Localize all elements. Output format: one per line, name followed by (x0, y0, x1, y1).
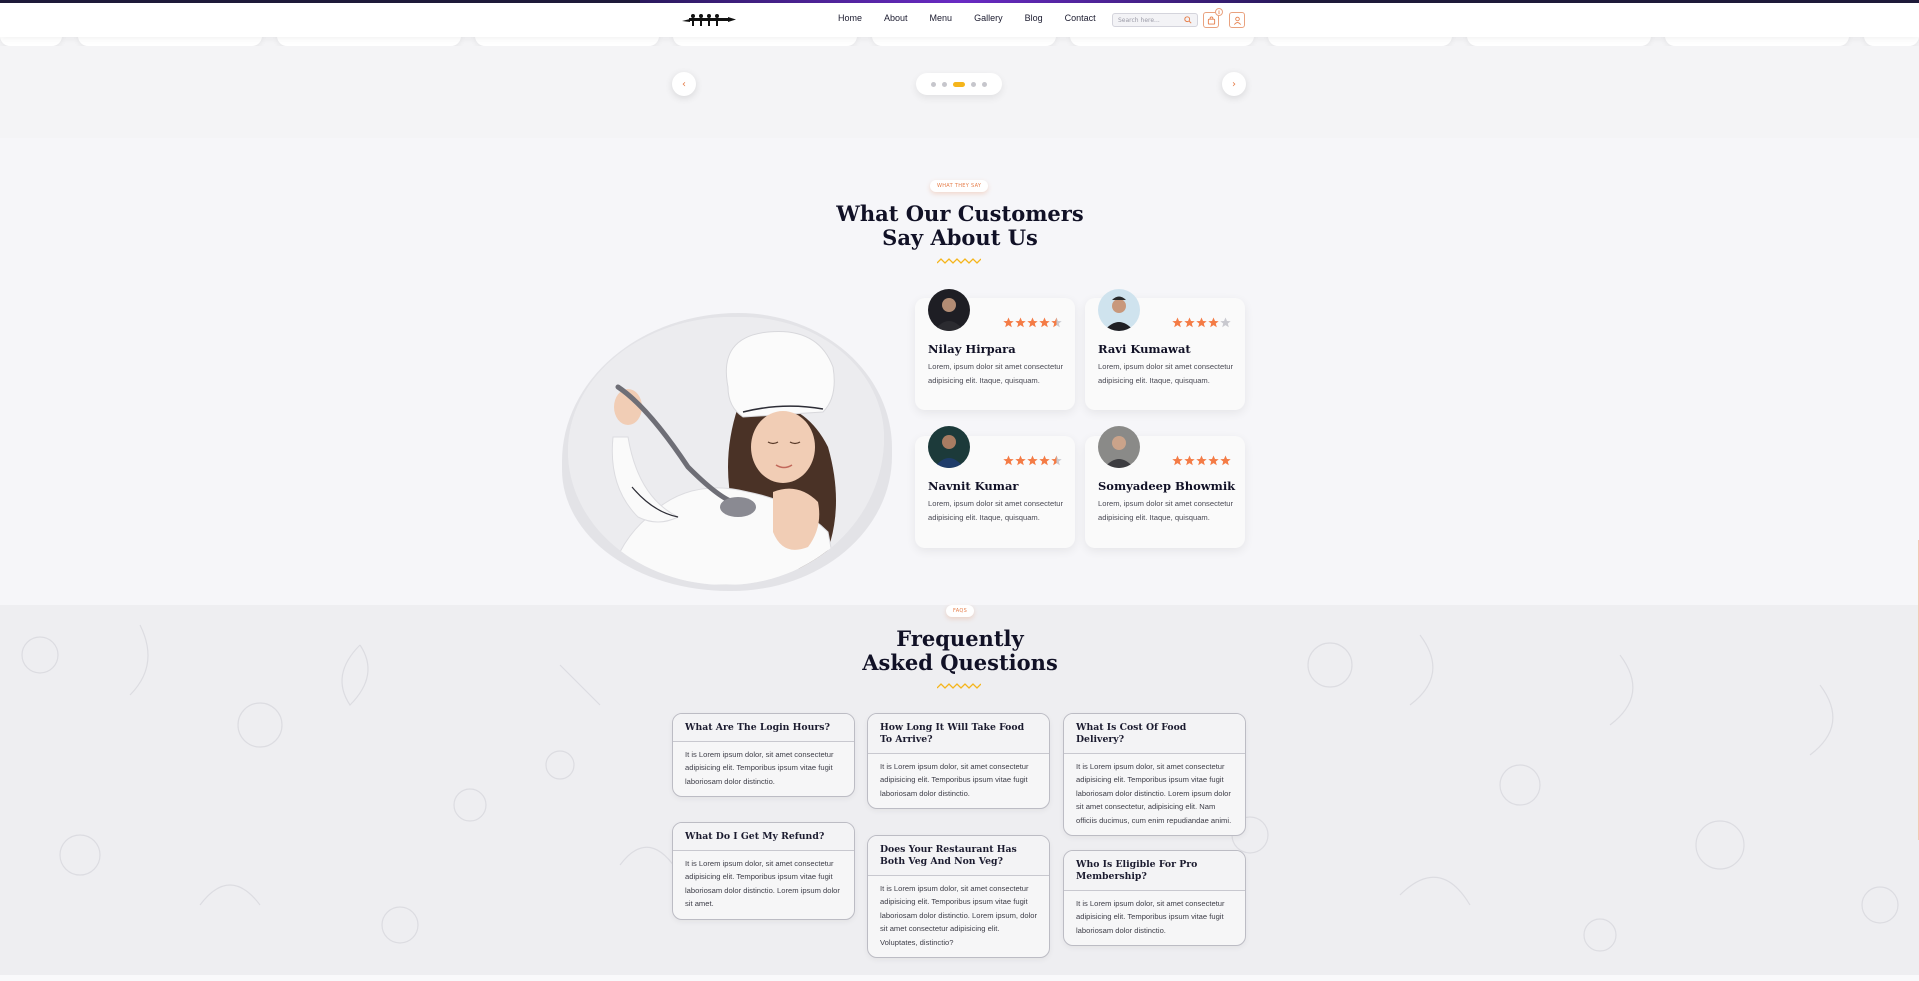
carousel-dot[interactable] (982, 81, 987, 87)
main-nav: Home About Menu Gallery Blog Contact (838, 13, 1118, 23)
nav-link-gallery[interactable]: Gallery (974, 13, 1003, 23)
page-edge-line (1915, 540, 1919, 840)
star-icon (1051, 455, 1062, 466)
avatar (928, 289, 970, 331)
nav-link-blog[interactable]: Blog (1025, 13, 1043, 23)
star-icon (1220, 317, 1231, 328)
person-portrait-icon (934, 298, 964, 331)
star-icon (1003, 455, 1014, 466)
faq-title: Frequently Asked Questions (760, 627, 1160, 675)
review-text: Lorem, ipsum dolor sit amet consectetur … (928, 499, 1064, 522)
footer-edge (0, 975, 1919, 981)
faq-item[interactable]: What Do I Get My Refund? It is Lorem ips… (672, 822, 855, 920)
faq-question[interactable]: What Is Cost Of Food Delivery? (1064, 714, 1245, 754)
search-icon[interactable] (1184, 16, 1192, 24)
faq-answer: It is Lorem ipsum dolor, sit amet consec… (880, 762, 1029, 798)
rating-stars (1172, 317, 1231, 328)
star-icon (1039, 317, 1050, 328)
star-icon (1039, 455, 1050, 466)
nav-link-about[interactable]: About (884, 13, 908, 23)
star-icon (1220, 455, 1231, 466)
zigzag-divider-icon (937, 683, 981, 689)
chevron-right-icon: › (1232, 78, 1236, 90)
rating-stars (1172, 455, 1231, 466)
faq-title-line1: Frequently (896, 626, 1024, 651)
review-text: Lorem, ipsum dolor sit amet consectetur … (1098, 362, 1234, 385)
review-text: Lorem, ipsum dolor sit amet consectetur … (1098, 499, 1234, 522)
avatar (1098, 289, 1140, 331)
faq-answer: It is Lorem ipsum dolor, sit amet consec… (685, 750, 834, 786)
rating-stars (1003, 317, 1062, 328)
nav-link-menu[interactable]: Menu (930, 13, 953, 23)
testimonials-title-line2: Say About Us (882, 225, 1038, 250)
reviewer-name: Ravi Kumawat (1098, 342, 1191, 356)
faq-question[interactable]: Who Is Eligible For Pro Membership? (1064, 851, 1245, 891)
faq-answer: It is Lorem ipsum dolor, sit amet consec… (1076, 762, 1232, 825)
search-input[interactable] (1112, 13, 1198, 27)
faq-item[interactable]: What Is Cost Of Food Delivery? It is Lor… (1063, 713, 1246, 837)
carousel-prev-button[interactable]: ‹ (672, 72, 696, 96)
reviewer-name: Navnit Kumar (928, 479, 1019, 493)
testimonials-title: What Our Customers Say About Us (760, 202, 1160, 250)
site-logo[interactable] (682, 12, 736, 28)
person-portrait-icon (1104, 436, 1134, 468)
star-icon (1015, 455, 1026, 466)
nav-link-home[interactable]: Home (838, 13, 862, 23)
faq-question[interactable]: How Long It Will Take Food To Arrive? (868, 714, 1049, 754)
star-icon (1027, 317, 1038, 328)
chevron-left-icon: ‹ (682, 78, 686, 90)
cart-count-badge: 0 (1215, 8, 1223, 16)
cart-button[interactable]: 0 (1203, 8, 1223, 28)
star-icon (1015, 317, 1026, 328)
star-icon (1172, 317, 1183, 328)
carousel-dot[interactable] (931, 81, 936, 87)
navbar: Home About Menu Gallery Blog Contact 0 (0, 3, 1919, 37)
rating-stars (1003, 455, 1062, 466)
person-portrait-icon (934, 435, 964, 468)
avatar (928, 426, 970, 468)
user-icon (1233, 16, 1241, 25)
search-placeholder (1118, 17, 1184, 24)
carousel-next-button[interactable]: › (1222, 72, 1246, 96)
star-icon (1003, 317, 1014, 328)
chef-girl-image (562, 313, 892, 591)
nav-link-contact[interactable]: Contact (1065, 13, 1096, 23)
zigzag-divider-icon (937, 258, 981, 264)
star-icon (1051, 317, 1062, 328)
carousel-pagination (916, 73, 1002, 95)
star-icon (1184, 455, 1195, 466)
user-button[interactable] (1229, 12, 1245, 28)
review-text: Lorem, ipsum dolor sit amet consectetur … (928, 362, 1064, 385)
testimonials-tag: WHAT THEY SAY (930, 180, 989, 192)
star-icon (1184, 317, 1195, 328)
faq-item[interactable]: How Long It Will Take Food To Arrive? It… (867, 713, 1050, 810)
faq-item[interactable]: Who Is Eligible For Pro Membership? It i… (1063, 850, 1246, 947)
faq-answer: It is Lorem ipsum dolor, sit amet consec… (1076, 899, 1225, 935)
logo-figures-icon (682, 14, 736, 26)
carousel-dot-active[interactable] (953, 81, 965, 87)
shopping-bag-icon (1207, 16, 1215, 25)
star-icon (1196, 317, 1207, 328)
avatar (1098, 426, 1140, 468)
faq-question[interactable]: Does Your Restaurant Has Both Veg And No… (868, 836, 1049, 876)
faq-question[interactable]: What Do I Get My Refund? (673, 823, 854, 851)
star-icon (1172, 455, 1183, 466)
testimonials-title-line1: What Our Customers (836, 201, 1084, 226)
carousel-dot[interactable] (971, 81, 976, 87)
star-icon (1208, 317, 1219, 328)
faq-item[interactable]: What Are The Login Hours? It is Lorem ip… (672, 713, 855, 798)
person-portrait-icon (1104, 296, 1134, 331)
faq-answer: It is Lorem ipsum dolor, sit amet consec… (685, 859, 840, 909)
faq-tag: FAQS (946, 605, 975, 617)
star-icon (1027, 455, 1038, 466)
reviewer-name: Somyadeep Bhowmik (1098, 479, 1236, 493)
faq-title-line2: Asked Questions (862, 650, 1058, 675)
faq-answer: It is Lorem ipsum dolor, sit amet consec… (880, 884, 1038, 947)
reviewer-name: Nilay Hirpara (928, 342, 1016, 356)
star-icon (1208, 455, 1219, 466)
carousel-dot[interactable] (942, 81, 947, 87)
faq-item[interactable]: Does Your Restaurant Has Both Veg And No… (867, 835, 1050, 959)
star-icon (1196, 455, 1207, 466)
faq-question[interactable]: What Are The Login Hours? (673, 714, 854, 742)
